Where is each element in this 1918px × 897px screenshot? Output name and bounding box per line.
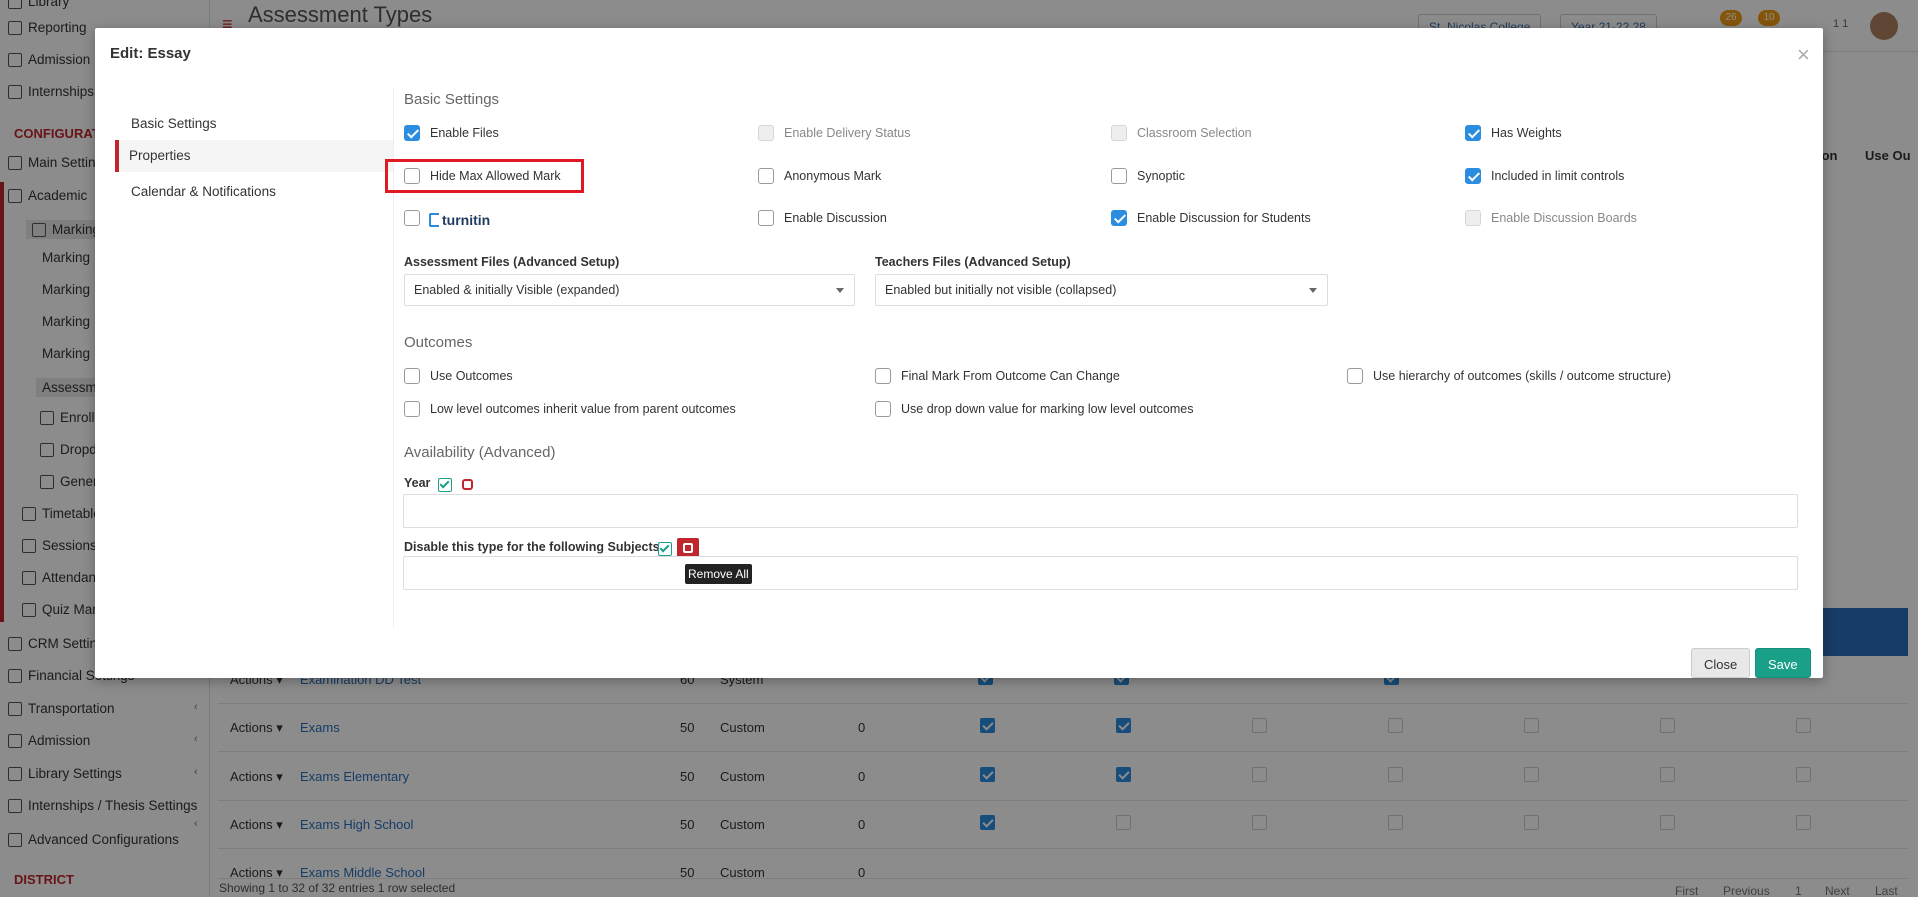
save-button[interactable]: Save <box>1755 648 1811 678</box>
select-all-check-icon[interactable] <box>658 542 672 556</box>
select-all-check-icon[interactable] <box>438 478 452 492</box>
checkbox-final-mark-outcome-change[interactable]: Final Mark From Outcome Can Change <box>875 368 1120 384</box>
checkbox-included-in-limit-controls[interactable]: Included in limit controls <box>1465 168 1624 184</box>
checkbox-box[interactable] <box>875 401 891 417</box>
checkbox-anonymous-mark[interactable]: Anonymous Mark <box>758 168 881 184</box>
checkbox-enable-delivery-status: Enable Delivery Status <box>758 125 910 141</box>
tooltip: Remove All <box>685 564 752 584</box>
turnitin-logo: turnitin <box>429 212 490 228</box>
checkbox-has-weights[interactable]: Has Weights <box>1465 125 1562 141</box>
checkbox-box[interactable] <box>1111 168 1127 184</box>
disable-subjects-label: Disable this type for the following Subj… <box>404 540 660 554</box>
assessment-files-select[interactable]: Enabled & initially Visible (expanded) <box>404 274 855 306</box>
checkbox-box <box>758 125 774 141</box>
checkbox-enable-discussion-students[interactable]: Enable Discussion for Students <box>1111 210 1311 226</box>
checkbox-box[interactable] <box>404 368 420 384</box>
section-title-outcomes: Outcomes <box>404 334 473 351</box>
checkbox-box <box>1111 125 1127 141</box>
modal-title: Edit: Essay <box>110 45 191 62</box>
checkbox-box[interactable] <box>1111 210 1127 226</box>
remove-all-button[interactable] <box>677 538 699 558</box>
section-title-availability: Availability (Advanced) <box>404 444 556 461</box>
close-icon[interactable]: × <box>1797 44 1810 66</box>
checkbox-box <box>1465 210 1481 226</box>
checkbox-box[interactable] <box>1465 125 1481 141</box>
tab-basic-settings[interactable]: Basic Settings <box>120 108 398 140</box>
remove-all-square-icon[interactable] <box>462 479 473 490</box>
checkbox-box[interactable] <box>404 125 420 141</box>
checkbox-box[interactable] <box>875 368 891 384</box>
checkbox-box[interactable] <box>404 401 420 417</box>
checkbox-box[interactable] <box>758 168 774 184</box>
teachers-files-select[interactable]: Enabled but initially not visible (colla… <box>875 274 1328 306</box>
checkbox-box[interactable] <box>1465 168 1481 184</box>
checkbox-use-outcomes[interactable]: Use Outcomes <box>404 368 513 384</box>
edit-modal: Edit: Essay × Basic Settings Properties … <box>95 28 1823 678</box>
teachers-files-label: Teachers Files (Advanced Setup) <box>875 255 1071 269</box>
checkbox-enable-discussion-boards: Enable Discussion Boards <box>1465 210 1637 226</box>
checkbox-synoptic[interactable]: Synoptic <box>1111 168 1185 184</box>
checkbox-classroom-selection: Classroom Selection <box>1111 125 1252 141</box>
dropdown-arrow-icon <box>836 288 844 293</box>
checkbox-box[interactable] <box>1347 368 1363 384</box>
checkbox-box[interactable] <box>758 210 774 226</box>
checkbox-box[interactable] <box>404 210 420 226</box>
turnitin-icon <box>429 213 439 227</box>
checkbox-turnitin[interactable] <box>404 210 420 226</box>
close-button[interactable]: Close <box>1691 648 1751 678</box>
highlight-box <box>385 159 584 193</box>
year-label: Year <box>404 476 431 490</box>
year-multiselect[interactable] <box>403 494 1798 528</box>
subjects-multiselect[interactable] <box>403 556 1798 590</box>
checkbox-enable-discussion[interactable]: Enable Discussion <box>758 210 887 226</box>
tab-properties[interactable]: Properties <box>115 140 393 172</box>
checkbox-use-hierarchy-outcomes[interactable]: Use hierarchy of outcomes (skills / outc… <box>1347 368 1671 384</box>
checkbox-low-level-inherit[interactable]: Low level outcomes inherit value from pa… <box>404 401 736 417</box>
checkbox-use-dropdown-low-level[interactable]: Use drop down value for marking low leve… <box>875 401 1194 417</box>
dropdown-arrow-icon <box>1309 288 1317 293</box>
assessment-files-label: Assessment Files (Advanced Setup) <box>404 255 620 269</box>
tab-calendar-notifications[interactable]: Calendar & Notifications <box>120 176 398 208</box>
checkbox-enable-files[interactable]: Enable Files <box>404 125 499 141</box>
section-title-basic-settings: Basic Settings <box>404 91 500 108</box>
